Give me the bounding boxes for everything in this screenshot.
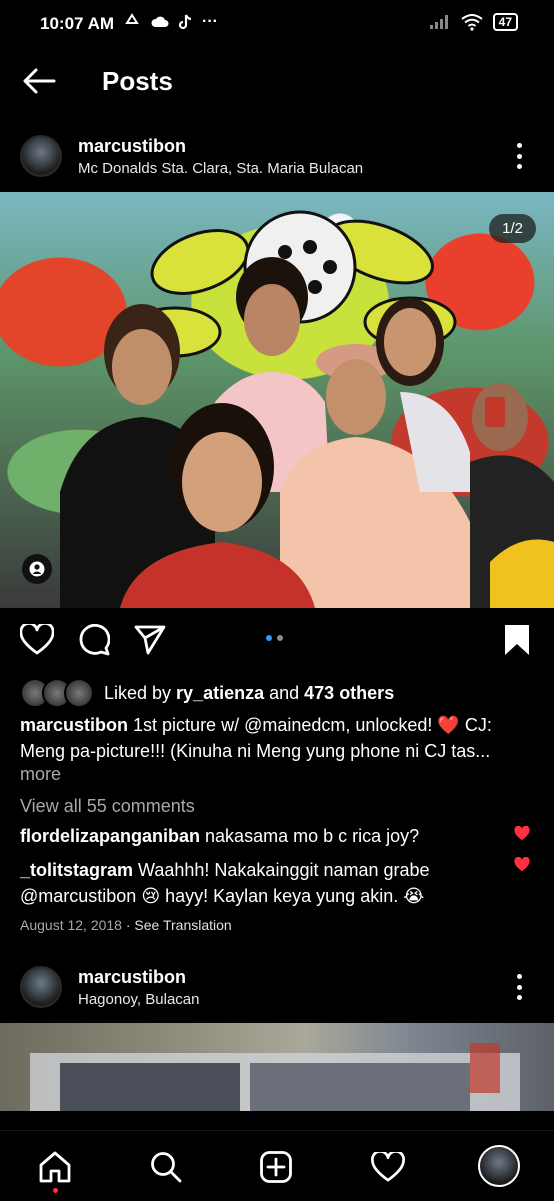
top-bar: Posts (0, 55, 554, 107)
comment-item: _tolitstagram Waahhh! Nakakainggit naman… (20, 857, 490, 909)
carousel-counter: 1/2 (489, 214, 536, 243)
cloud-icon (151, 16, 169, 27)
send-icon[interactable] (134, 625, 166, 655)
carousel-dots (266, 635, 283, 641)
post-actions (0, 622, 554, 662)
post-caption: marcustibon 1st picture w/ @mainedcm, un… (20, 712, 540, 764)
activity-heart-icon[interactable] (371, 1152, 405, 1183)
bottom-nav (0, 1130, 554, 1201)
comment-item: flordelizapanganiban nakasama mo b c ric… (20, 826, 490, 847)
create-icon[interactable] (260, 1151, 292, 1183)
photo-people-illustration (60, 210, 554, 608)
post-avatar[interactable] (20, 135, 62, 177)
post-location[interactable]: Hagonoy, Bulacan (78, 991, 199, 1008)
comment-icon[interactable] (78, 624, 110, 656)
wifi-icon (461, 14, 483, 31)
status-time: 10:07 AM (40, 14, 115, 33)
page-title: Posts (102, 66, 173, 96)
caption-more-link[interactable]: more (20, 764, 61, 785)
search-icon[interactable] (150, 1151, 182, 1183)
comment-username[interactable]: _tolitstagram (20, 860, 133, 880)
notification-icons: ··· (122, 13, 218, 31)
post-location[interactable]: Mc Donalds Sta. Clara, Sta. Maria Bulaca… (78, 160, 363, 177)
caption-text-line2: Meng pa-picture!!! (Kinuha ni Meng yung … (20, 741, 491, 761)
post-date-text: August 12, 2018 (20, 917, 122, 933)
tiktok-icon (178, 14, 192, 30)
carousel-dot-active (266, 635, 272, 641)
heart-icon[interactable] (20, 624, 54, 656)
comment-username[interactable]: flordelizapanganiban (20, 826, 200, 846)
liker-avatars (20, 678, 94, 708)
photo-scene-illustration (30, 1043, 520, 1111)
tagged-people-button[interactable] (22, 554, 52, 584)
liked-by-mid: and (264, 682, 305, 703)
view-all-comments-link[interactable]: View all 55 comments (20, 796, 195, 817)
system-icons: 47 (429, 13, 518, 31)
caption-text-line1: 1st picture w/ @mainedcm, unlocked! ❤️ C… (128, 715, 492, 735)
home-notification-dot (53, 1188, 58, 1193)
battery-indicator: 47 (492, 13, 518, 31)
post-username[interactable]: marcustibon (78, 967, 186, 988)
caption-username[interactable]: marcustibon (20, 715, 128, 735)
comment-like-heart-icon[interactable] (514, 857, 530, 872)
liked-by-count[interactable]: 473 others (304, 683, 394, 704)
post-photo[interactable] (0, 1023, 554, 1111)
person-icon (29, 561, 45, 577)
signal-icon (429, 15, 448, 29)
see-translation-link[interactable]: · See Translation (122, 917, 232, 933)
comment-like-heart-icon[interactable] (514, 826, 530, 841)
profile-avatar[interactable] (478, 1145, 520, 1187)
likes-summary[interactable]: Liked by ry_atienza and 473 others (20, 678, 394, 708)
status-bar: 10:07 AM ··· 47 (0, 0, 554, 50)
liker-avatar (64, 678, 94, 708)
post-date: August 12, 2018 · See Translation (20, 917, 232, 933)
comment-text: nakasama mo b c rica joy? (200, 826, 420, 846)
post-username[interactable]: marcustibon (78, 136, 186, 157)
post-avatar[interactable] (20, 966, 62, 1008)
recycle-icon (125, 13, 139, 24)
post-photo[interactable] (0, 192, 554, 608)
status-more-icon: ··· (202, 13, 218, 30)
home-icon[interactable] (38, 1151, 72, 1183)
carousel-dot (277, 635, 283, 641)
liked-by-user[interactable]: ry_atienza (176, 683, 264, 704)
kebab-icon[interactable] (514, 974, 524, 1000)
kebab-icon[interactable] (514, 143, 524, 169)
back-arrow-icon[interactable] (22, 67, 56, 95)
bookmark-icon[interactable] (504, 624, 530, 656)
liked-by-prefix: Liked by (104, 682, 177, 703)
